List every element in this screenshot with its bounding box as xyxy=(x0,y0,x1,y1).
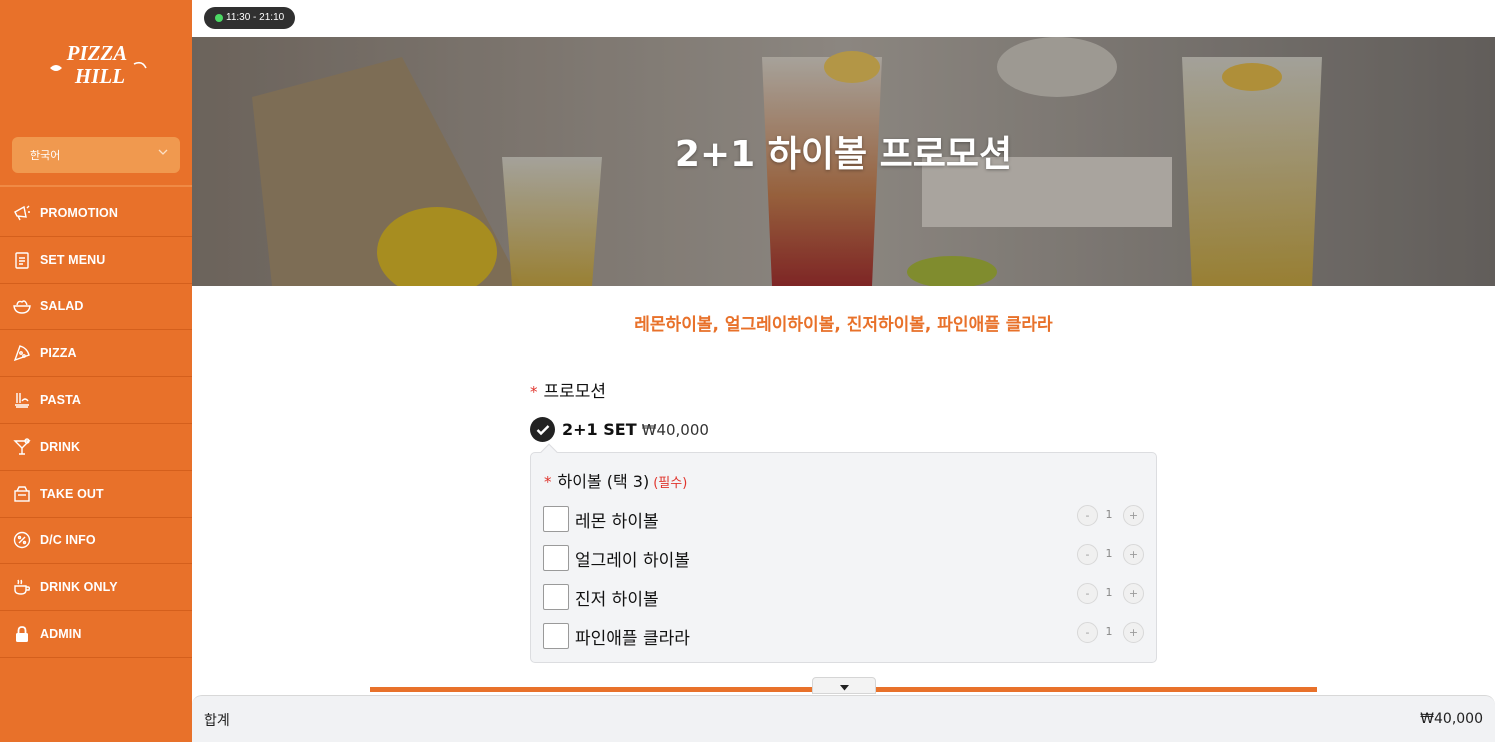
item-checkbox[interactable] xyxy=(543,623,569,649)
qty-value: 1 xyxy=(1105,586,1113,599)
sidebar-item-drink[interactable]: DRINK xyxy=(0,423,192,471)
total-label: 합계 xyxy=(204,713,230,729)
required-marker: * xyxy=(544,473,552,491)
item-name: 얼그레이 하이볼 xyxy=(575,551,690,571)
qty-plus-button[interactable]: + xyxy=(1123,583,1144,604)
discount-icon xyxy=(12,530,32,550)
category-nav: PROMOTION SET MENU SALAD PIZZA PASTA DRI… xyxy=(0,190,192,658)
qty-plus-button[interactable]: + xyxy=(1123,505,1144,526)
sidebar-item-label: DRINK xyxy=(40,439,81,454)
svg-text:PIZZA: PIZZA xyxy=(66,41,128,65)
sidebar-item-label: PROMOTION xyxy=(40,205,118,220)
sidebar-item-label: PIZZA xyxy=(40,346,77,361)
qty-value: 1 xyxy=(1105,547,1113,560)
sidebar-item-drink-only[interactable]: DRINK ONLY xyxy=(0,564,192,612)
qty-value: 1 xyxy=(1105,625,1113,638)
item-name: 레몬 하이볼 xyxy=(575,512,659,532)
pizza-hill-logo[interactable]: PIZZA HILL xyxy=(44,38,150,88)
cocktail-icon xyxy=(12,437,32,457)
chevron-down-icon xyxy=(158,148,168,159)
item-name: 진저 하이볼 xyxy=(575,590,659,610)
total-amount: ₩40,000 xyxy=(1420,711,1483,727)
qty-plus-button[interactable]: + xyxy=(1123,622,1144,643)
list-item: 레몬 하이볼 - 1 + xyxy=(543,505,1146,532)
sidebar-item-label: ADMIN xyxy=(40,627,82,642)
business-hours-badge: 11:30 - 21:10 xyxy=(204,7,296,29)
caret-down-icon xyxy=(839,676,849,695)
sidebar-item-label: PASTA xyxy=(40,393,82,408)
sidebar-item-take-out[interactable]: TAKE OUT xyxy=(0,470,192,518)
sub-group-title: * 하이볼 (택 3) (필수) xyxy=(544,468,687,492)
sidebar-item-salad[interactable]: SALAD xyxy=(0,283,192,331)
sidebar-item-pizza[interactable]: PIZZA xyxy=(0,330,192,378)
qty-value: 1 xyxy=(1105,508,1113,521)
option-price: ₩40,000 xyxy=(641,420,709,439)
open-status-dot xyxy=(215,14,223,22)
option-2plus1-set[interactable]: 2+1 SET ₩40,000 xyxy=(530,417,709,442)
megaphone-icon xyxy=(12,203,32,223)
qty-minus-button[interactable]: - xyxy=(1077,505,1098,526)
sidebar-item-admin[interactable]: ADMIN xyxy=(0,611,192,658)
qty-minus-button[interactable]: - xyxy=(1077,583,1098,604)
sidebar-item-label: TAKE OUT xyxy=(40,486,104,501)
group-pointer xyxy=(540,443,558,461)
language-select[interactable]: 한국어 xyxy=(12,137,180,173)
item-checkbox[interactable] xyxy=(543,584,569,610)
language-value: 한국어 xyxy=(30,149,61,162)
required-tag: (필수) xyxy=(653,476,688,491)
menu-board-icon xyxy=(12,250,32,270)
order-summary-bar: 합계 ₩40,000 xyxy=(192,695,1495,742)
item-name: 파인애플 클라라 xyxy=(575,629,690,649)
promotion-title: 2+1 하이볼 프로모션 xyxy=(674,134,1013,175)
sidebar-item-set-menu[interactable]: SET MENU xyxy=(0,236,192,284)
salad-bowl-icon xyxy=(12,296,32,316)
list-item: 파인애플 클라라 - 1 + xyxy=(543,622,1146,649)
nav-divider xyxy=(0,185,192,187)
qty-plus-button[interactable]: + xyxy=(1123,544,1144,565)
section-title-text: 프로모션 xyxy=(543,382,607,402)
sidebar-item-label: SET MENU xyxy=(40,252,106,267)
sidebar-item-label: D/C INFO xyxy=(40,533,96,548)
pizza-slice-icon xyxy=(12,343,32,363)
sidebar-item-label: SALAD xyxy=(40,299,84,314)
sub-option-group: * 하이볼 (택 3) (필수) 레몬 하이볼 - 1 + 얼그레이 하이볼 - 1… xyxy=(530,443,1157,663)
lock-icon xyxy=(12,624,32,644)
product-subtitle: 레몬하이볼, 얼그레이하이볼, 진저하이볼, 파인애플 클라라 xyxy=(634,315,1053,335)
list-item: 얼그레이 하이볼 - 1 + xyxy=(543,544,1146,571)
sidebar-item-pasta[interactable]: PASTA xyxy=(0,377,192,424)
takeout-box-icon xyxy=(12,484,32,504)
svg-text:HILL: HILL xyxy=(74,64,125,88)
sub-group-title-text: 하이볼 (택 3) xyxy=(557,472,650,491)
checkmark-icon[interactable] xyxy=(530,417,555,442)
pasta-icon xyxy=(12,390,32,410)
qty-minus-button[interactable]: - xyxy=(1077,622,1098,643)
qty-minus-button[interactable]: - xyxy=(1077,544,1098,565)
sidebar-item-label: DRINK ONLY xyxy=(40,580,118,595)
option-name: 2+1 SET xyxy=(562,420,637,439)
coffee-cup-icon xyxy=(12,577,32,597)
main-content: 11:30 - 21:10 2+1 하이볼 프로모션 레몬하이볼, 얼그레이하이… xyxy=(192,0,1495,742)
sidebar: PIZZA HILL 한국어 PROMOTION SET MENU SALAD … xyxy=(0,0,192,742)
required-marker: * xyxy=(530,383,538,401)
item-checkbox[interactable] xyxy=(543,545,569,571)
item-checkbox[interactable] xyxy=(543,506,569,532)
business-hours: 11:30 - 21:10 xyxy=(226,12,285,23)
sidebar-item-dc-info[interactable]: D/C INFO xyxy=(0,517,192,565)
sidebar-item-promotion[interactable]: PROMOTION xyxy=(0,190,192,237)
collapse-toggle[interactable] xyxy=(812,677,876,694)
option-section-title: * 프로모션 xyxy=(530,377,606,402)
hero-banner: 2+1 하이볼 프로모션 xyxy=(192,37,1495,286)
list-item: 진저 하이볼 - 1 + xyxy=(543,583,1146,610)
